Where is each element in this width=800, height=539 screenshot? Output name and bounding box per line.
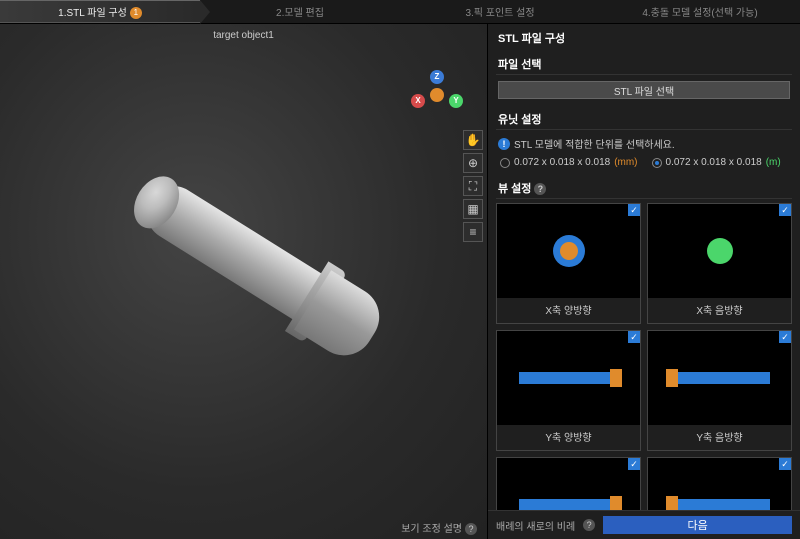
view-card-y-pos[interactable]: ✓ Y축 양방향 [496,330,641,451]
next-button[interactable]: 다음 [603,516,792,534]
step-badge: 1 [130,7,142,19]
view-card-x-neg[interactable]: ✓ X축 음방향 [647,203,792,324]
step-1[interactable]: 1.STL 파일 구성1 [0,0,200,23]
check-icon[interactable]: ✓ [779,458,791,470]
info-icon: ! [498,138,510,150]
unit-radio-group: 0.072 x 0.018 x 0.018 (mm) 0.072 x 0.018… [488,153,800,174]
grid-icon[interactable]: ▦ [463,199,483,219]
step-3[interactable]: 3.픽 포인트 설정 [400,0,600,23]
gizmo-z[interactable]: Z [430,70,444,84]
view-section-title: 뷰 설정? [488,174,800,198]
view-card-x-pos[interactable]: ✓ X축 양방향 [496,203,641,324]
zoom-icon[interactable]: ⊕ [463,153,483,173]
file-section-title: 파일 선택 [488,50,800,74]
viewport-title: target object1 [213,30,274,41]
step-2[interactable]: 2.모델 편집 [200,0,400,23]
step-4[interactable]: 4.충돌 모델 설정(선택 가능) [600,0,800,23]
menu-icon[interactable]: ≡ [463,222,483,242]
radio-mm[interactable]: 0.072 x 0.018 x 0.018 (mm) [500,157,638,168]
unit-section-title: 유닛 설정 [488,105,800,129]
gizmo-y[interactable]: Y [449,94,463,108]
view-grid: ✓ X축 양방향 ✓ X축 음방향 ✓ Y축 양방향 [488,203,800,510]
orientation-gizmo[interactable]: Z X Y [411,70,463,122]
hand-icon[interactable]: ✋ [463,130,483,150]
check-icon[interactable]: ✓ [779,204,791,216]
select-stl-button[interactable]: STL 파일 선택 [498,81,790,99]
help-icon[interactable]: ? [534,183,546,195]
check-icon[interactable]: ✓ [628,204,640,216]
viewport-footer: 보기 조정 설명? [401,520,477,535]
fit-icon[interactable]: ⛶ [463,176,483,196]
view-card-z-pos[interactable]: ✓ Z축 양방향 [496,457,641,510]
view-card-y-neg[interactable]: ✓ Y축 음방향 [647,330,792,451]
gizmo-center[interactable] [430,88,444,102]
unit-hint: ! STL 모델에 적합한 단위를 선택하세요. [488,134,800,153]
gizmo-x[interactable]: X [411,94,425,108]
view-card-z-neg[interactable]: ✓ Z축 음방향 [647,457,792,510]
viewport-3d[interactable]: target object1 Z X Y ✋ ⊕ ⛶ ▦ ≡ 보기 조정 설명? [0,24,488,539]
stepper: 1.STL 파일 구성1 2.모델 편집 3.픽 포인트 설정 4.충돌 모델 … [0,0,800,24]
check-icon[interactable]: ✓ [779,331,791,343]
check-icon[interactable]: ✓ [628,458,640,470]
panel-title: STL 파일 구성 [488,24,800,50]
panel-footer: 배례의 새로의 비례 ? 다음 [488,510,800,539]
viewport-toolbar: ✋ ⊕ ⛶ ▦ ≡ [463,130,483,242]
model-bolt [68,125,411,443]
radio-m[interactable]: 0.072 x 0.018 x 0.018 (m) [652,157,781,168]
side-panel: STL 파일 구성 파일 선택 STL 파일 선택 유닛 설정 ! STL 모델… [488,24,800,539]
check-icon[interactable]: ✓ [628,331,640,343]
help-icon[interactable]: ? [583,519,595,531]
help-icon[interactable]: ? [465,523,477,535]
